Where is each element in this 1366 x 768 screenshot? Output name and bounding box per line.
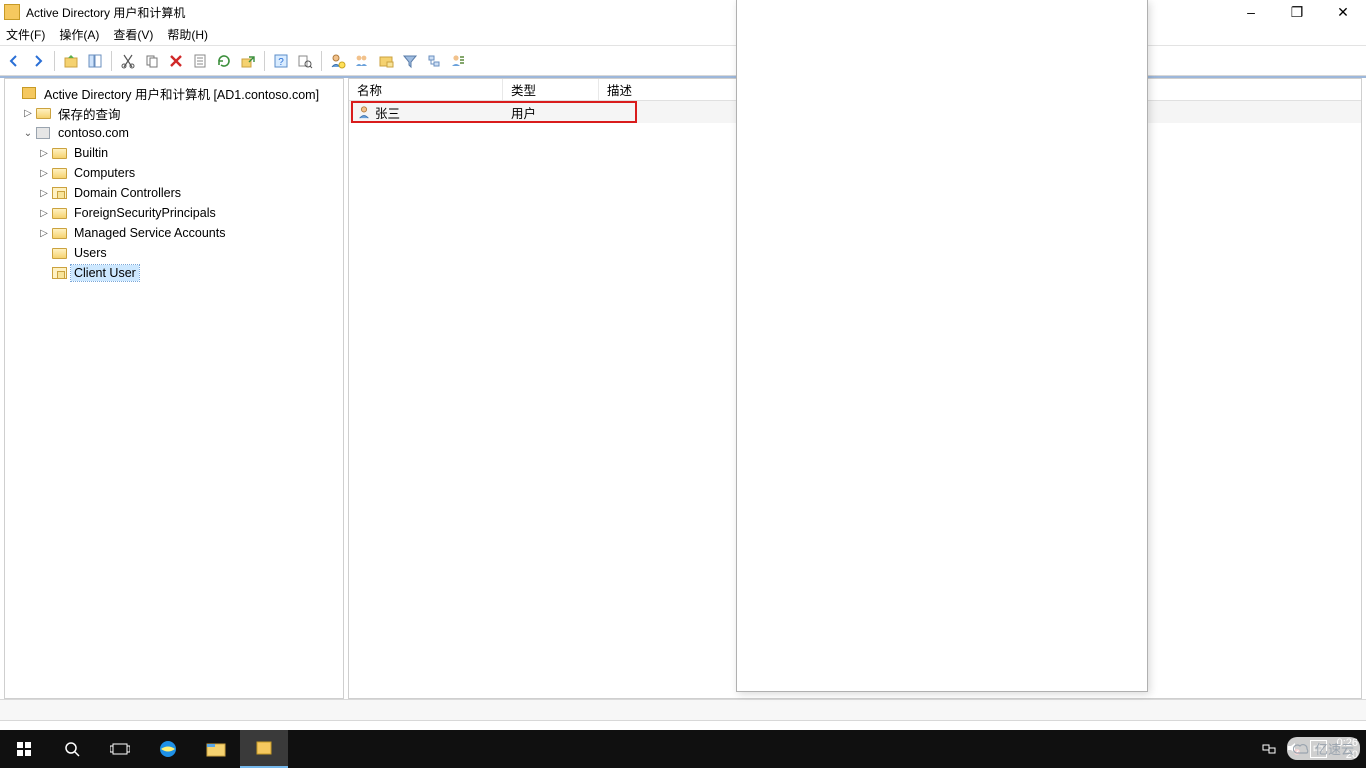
expand-icon[interactable]: ▷ xyxy=(37,168,51,179)
new-user-icon[interactable] xyxy=(328,51,348,71)
help-icon[interactable]: ? xyxy=(271,51,291,71)
properties-icon[interactable] xyxy=(190,51,210,71)
tree-label: ForeignSecurityPrincipals xyxy=(71,205,219,221)
menu-file[interactable]: 文件(F) xyxy=(6,26,45,43)
tree-item-users[interactable]: Users xyxy=(5,243,343,263)
titlebar: Active Directory 用户和计算机 – ❐ ✕ xyxy=(0,0,1366,24)
tree-label: 保存的查询 xyxy=(55,103,124,124)
new-group-icon[interactable] xyxy=(352,51,372,71)
folder-icon xyxy=(51,166,67,180)
tree-label: Client User xyxy=(71,265,139,281)
watermark: 亿速云 xyxy=(1287,737,1360,760)
delete-icon[interactable] xyxy=(166,51,186,71)
tree-saved-queries[interactable]: ▷ 保存的查询 xyxy=(5,103,343,123)
refresh-icon[interactable] xyxy=(214,51,234,71)
folder-icon xyxy=(35,106,51,120)
export-icon[interactable] xyxy=(238,51,258,71)
cell-desc xyxy=(599,101,739,123)
svg-text:?: ? xyxy=(278,57,284,68)
back-icon[interactable] xyxy=(4,51,24,71)
find-icon[interactable] xyxy=(295,51,315,71)
folder-icon xyxy=(51,246,67,260)
overlay-window[interactable] xyxy=(736,0,1148,692)
app-node-icon xyxy=(21,86,37,100)
toolbar-divider xyxy=(264,51,265,71)
column-header-type[interactable]: 类型 xyxy=(503,79,599,100)
window-title: Active Directory 用户和计算机 xyxy=(26,4,185,21)
expand-icon[interactable]: ▷ xyxy=(37,228,51,239)
minimize-button[interactable]: – xyxy=(1228,0,1274,24)
up-icon[interactable] xyxy=(61,51,81,71)
tree-panel[interactable]: Active Directory 用户和计算机 [AD1.contoso.com… xyxy=(4,78,344,699)
showhide-icon[interactable] xyxy=(85,51,105,71)
filter-icon[interactable] xyxy=(400,51,420,71)
taskbar-ie[interactable] xyxy=(144,730,192,768)
tree-root-label: Active Directory 用户和计算机 [AD1.contoso.com… xyxy=(41,83,322,104)
ou-icon xyxy=(51,186,67,200)
user-icon xyxy=(357,105,371,119)
tree-item-computers[interactable]: ▷ Computers xyxy=(5,163,343,183)
search-button[interactable] xyxy=(48,730,96,768)
work-area: Active Directory 用户和计算机 [AD1.contoso.com… xyxy=(0,76,1366,699)
domain-icon xyxy=(35,126,51,140)
folder-icon xyxy=(51,146,67,160)
tree-item-fsp[interactable]: ▷ ForeignSecurityPrincipals xyxy=(5,203,343,223)
expand-icon[interactable]: ▷ xyxy=(37,148,51,159)
menubar: 文件(F) 操作(A) 查看(V) 帮助(H) xyxy=(0,24,1366,46)
folder-icon xyxy=(51,226,67,240)
expand-icon[interactable]: ▷ xyxy=(37,188,51,199)
forward-icon[interactable] xyxy=(28,51,48,71)
expand-icon[interactable]: ▷ xyxy=(37,208,51,219)
cell-type: 用户 xyxy=(503,101,599,123)
toolbar-divider xyxy=(321,51,322,71)
close-button[interactable]: ✕ xyxy=(1320,0,1366,24)
column-header-desc[interactable]: 描述 xyxy=(599,79,739,100)
ou-icon xyxy=(51,266,67,280)
collapse-icon[interactable]: ⌄ xyxy=(21,128,35,139)
app-icon xyxy=(4,4,20,20)
taskbar: 中 0:26 20 xyxy=(0,730,1366,768)
tree-domain[interactable]: ⌄ contoso.com xyxy=(5,123,343,143)
tree-label: contoso.com xyxy=(55,125,132,141)
menu-action[interactable]: 操作(A) xyxy=(59,26,99,43)
copy-icon[interactable] xyxy=(142,51,162,71)
cell-name: 张三 xyxy=(349,101,503,123)
cut-icon[interactable] xyxy=(118,51,138,71)
toolbar: ? xyxy=(0,46,1366,76)
taskbar-explorer[interactable] xyxy=(192,730,240,768)
tray-network-icon[interactable] xyxy=(1262,741,1276,758)
misc-icon[interactable] xyxy=(448,51,468,71)
cloud-icon xyxy=(1293,743,1311,755)
cell-name-text: 张三 xyxy=(375,103,400,122)
tree-item-msa[interactable]: ▷ Managed Service Accounts xyxy=(5,223,343,243)
folder-icon xyxy=(51,206,67,220)
tree-label: Computers xyxy=(71,165,138,181)
menu-help[interactable]: 帮助(H) xyxy=(167,26,208,43)
tree-label: Managed Service Accounts xyxy=(71,225,228,241)
tree-label: Domain Controllers xyxy=(71,185,184,201)
new-ou-icon[interactable] xyxy=(376,51,396,71)
network-icon[interactable] xyxy=(424,51,444,71)
column-header-name[interactable]: 名称 xyxy=(349,79,503,100)
tree-item-domain-controllers[interactable]: ▷ Domain Controllers xyxy=(5,183,343,203)
tree-label: Users xyxy=(71,245,110,261)
tree-item-client-user[interactable]: Client User xyxy=(5,263,343,283)
toolbar-divider xyxy=(111,51,112,71)
start-button[interactable] xyxy=(0,730,48,768)
statusbar xyxy=(0,699,1366,721)
watermark-text: 亿速云 xyxy=(1315,739,1354,758)
expand-icon[interactable]: ▷ xyxy=(21,108,35,119)
tree-item-builtin[interactable]: ▷ Builtin xyxy=(5,143,343,163)
tree-root[interactable]: Active Directory 用户和计算机 [AD1.contoso.com… xyxy=(5,83,343,103)
menu-view[interactable]: 查看(V) xyxy=(113,26,153,43)
maximize-button[interactable]: ❐ xyxy=(1274,0,1320,24)
taskbar-aduc[interactable] xyxy=(240,730,288,768)
toolbar-divider xyxy=(54,51,55,71)
tree-label: Builtin xyxy=(71,145,111,161)
taskview-button[interactable] xyxy=(96,730,144,768)
